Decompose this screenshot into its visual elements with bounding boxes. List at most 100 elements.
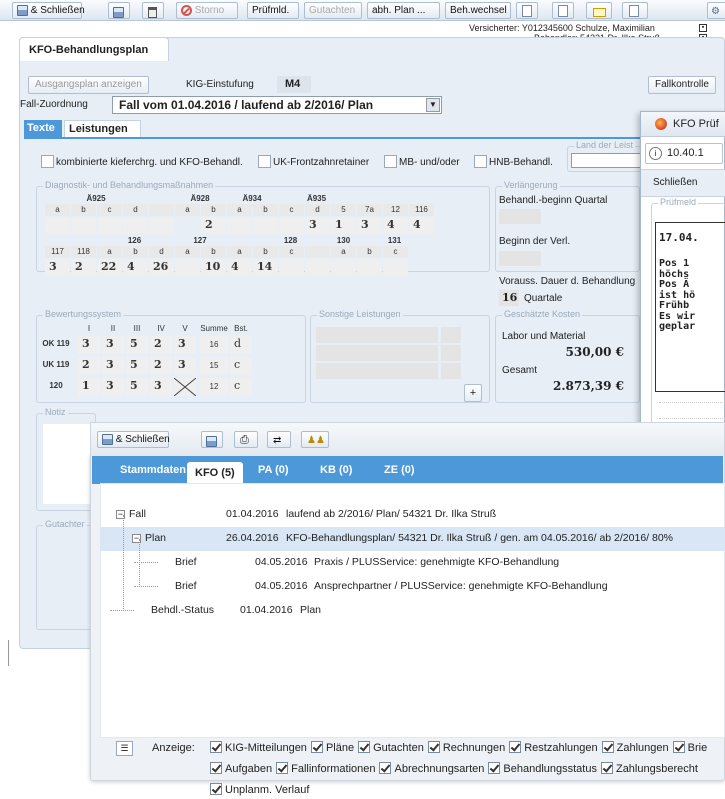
- filter-checkbox-item[interactable]: Fallinformationen: [276, 762, 375, 775]
- tree-row[interactable]: Brief 04.05.2016 Praxis / PLUSService: gen…: [100, 551, 725, 575]
- document-button[interactable]: [516, 2, 538, 19]
- diag-value[interactable]: [175, 259, 200, 275]
- sonstige-row[interactable]: [441, 327, 461, 343]
- filter-checkbox-item[interactable]: Abrechnungsarten: [379, 762, 484, 775]
- filter-checkbox-item[interactable]: Zahlungen: [601, 741, 669, 754]
- bewertung-value[interactable]: 3: [174, 336, 196, 354]
- diag-value[interactable]: 3: [357, 217, 382, 233]
- sonstige-row[interactable]: [316, 363, 438, 379]
- add-sonstige-button[interactable]: +: [464, 384, 482, 402]
- diag-value[interactable]: 2: [71, 259, 96, 275]
- diag-value[interactable]: [279, 217, 304, 233]
- sonstige-row[interactable]: [316, 345, 438, 361]
- diag-value[interactable]: [279, 259, 304, 275]
- diag-value[interactable]: [357, 259, 382, 275]
- bewertung-value[interactable]: 3: [102, 357, 124, 375]
- tab-leistungen[interactable]: Leistungen: [64, 120, 141, 137]
- diag-value[interactable]: [227, 217, 252, 233]
- gutachten-button[interactable]: Gutachten: [304, 2, 362, 19]
- tree-row[interactable]: − Fall 01.04.2016 laufend ab 2/2016/ Plan/ …: [100, 503, 725, 527]
- storno-button[interactable]: Storno: [176, 2, 238, 19]
- abh-plan-button[interactable]: abh. Plan ...: [367, 2, 440, 19]
- beginn-verl-value[interactable]: [499, 251, 541, 266]
- bewertung-value[interactable]: 1: [78, 378, 100, 396]
- checkbox-checked-icon[interactable]: [427, 741, 440, 753]
- filter-checkbox-item[interactable]: KIG-Mitteilungen: [210, 741, 307, 754]
- diag-value[interactable]: [71, 217, 96, 233]
- sonstige-row[interactable]: [441, 345, 461, 361]
- settings-button[interactable]: ⚙: [707, 2, 725, 19]
- checkbox-checked-icon[interactable]: [379, 762, 392, 774]
- checkbox-checked-icon[interactable]: [488, 762, 501, 774]
- calendar-button[interactable]: [622, 2, 648, 19]
- notiz-textarea[interactable]: [43, 424, 91, 504]
- tab-ze[interactable]: ZE (0): [376, 459, 423, 481]
- bewertung-bst[interactable]: c: [230, 357, 252, 375]
- delete-button[interactable]: [142, 2, 164, 19]
- diag-value[interactable]: 3: [305, 217, 330, 233]
- bewertung-bst[interactable]: d: [230, 336, 252, 354]
- bewertung-value[interactable]: 3: [102, 378, 124, 396]
- tab-kfo[interactable]: KFO (5): [187, 462, 243, 484]
- checkbox-checked-icon[interactable]: [210, 741, 222, 753]
- checkbox-checked-icon[interactable]: [672, 741, 685, 753]
- export-button[interactable]: ⇄: [267, 431, 291, 448]
- diag-value[interactable]: [253, 217, 278, 233]
- diag-value[interactable]: 2: [201, 217, 226, 233]
- bewertung-value[interactable]: 5: [126, 378, 148, 396]
- diag-value[interactable]: [97, 217, 122, 233]
- filter-checkbox-item[interactable]: Behandlungsstatus: [488, 762, 597, 775]
- checkbox-uk-frontzahnretainer[interactable]: [258, 155, 271, 168]
- behandl-beginn-value[interactable]: [499, 209, 541, 224]
- diag-value[interactable]: 3: [45, 259, 70, 275]
- fallkontrolle-button[interactable]: Fallkontrolle: [648, 76, 716, 94]
- diag-value[interactable]: 4: [123, 259, 148, 275]
- bewertung-cross-cell[interactable]: [173, 377, 197, 397]
- tab-texte[interactable]: Texte: [24, 120, 62, 137]
- checkbox-kombiniert[interactable]: [41, 155, 54, 168]
- diag-value[interactable]: 4: [409, 217, 434, 233]
- list-icon[interactable]: ☰: [116, 741, 133, 756]
- pruefmld-button[interactable]: Prüfmld.: [247, 2, 299, 19]
- bewertung-value[interactable]: 5: [126, 336, 148, 354]
- bewertung-value[interactable]: 3: [78, 336, 100, 354]
- filter-checkbox-item[interactable]: Restzahlungen: [509, 741, 598, 754]
- diag-value[interactable]: 26: [149, 259, 174, 275]
- close-button[interactable]: & Schließen: [12, 2, 85, 19]
- checkbox-checked-icon[interactable]: [509, 741, 522, 753]
- bewertung-value[interactable]: 2: [150, 336, 172, 354]
- sonstige-row[interactable]: [316, 327, 438, 343]
- sonstige-row[interactable]: [441, 363, 461, 379]
- diag-value[interactable]: [45, 217, 70, 233]
- panel-save-button[interactable]: [201, 431, 223, 448]
- pin-icon[interactable]: ▪: [699, 24, 707, 32]
- tree-row[interactable]: − Plan 26.04.2016 KFO-Behandlungsplan/ 5432…: [100, 527, 725, 551]
- land-input[interactable]: [571, 153, 641, 168]
- filter-checkbox-item[interactable]: Gutachten: [358, 741, 424, 754]
- diag-value[interactable]: [123, 217, 148, 233]
- tab-pa[interactable]: PA (0): [250, 459, 297, 481]
- print-button[interactable]: ⎙: [234, 431, 258, 448]
- checkbox-checked-icon[interactable]: [210, 783, 222, 795]
- popup-close-button[interactable]: Schließen: [653, 177, 697, 188]
- tree-row[interactable]: Behdl.-Status 01.04.2016 Plan: [100, 599, 725, 623]
- show-initial-plan-button[interactable]: Ausgangsplan anzeigen: [28, 76, 149, 94]
- bewertung-value[interactable]: 3: [102, 336, 124, 354]
- checkbox-checked-icon[interactable]: [600, 762, 613, 774]
- chevron-down-icon[interactable]: ▼: [426, 98, 440, 112]
- bewertung-value[interactable]: 2: [78, 357, 100, 375]
- checkbox-checked-icon[interactable]: [601, 741, 614, 753]
- fall-select[interactable]: Fall vom 01.04.2016 / laufend ab 2/2016/…: [112, 96, 442, 114]
- filter-checkbox-item[interactable]: Rechnungen: [427, 741, 505, 754]
- filter-checkbox-item[interactable]: Zahlungsberecht: [600, 762, 698, 775]
- checkbox-hnb[interactable]: [474, 155, 487, 168]
- bewertung-value[interactable]: 5: [126, 357, 148, 375]
- mail-button[interactable]: [586, 2, 612, 19]
- checkbox-checked-icon[interactable]: [210, 762, 222, 774]
- checkbox-mb[interactable]: [384, 155, 397, 168]
- diag-value[interactable]: [305, 259, 330, 275]
- diag-value[interactable]: [149, 217, 174, 233]
- tab-kb[interactable]: KB (0): [312, 459, 360, 481]
- tab-stammdaten[interactable]: Stammdaten: [112, 459, 194, 481]
- diag-value[interactable]: 14: [253, 259, 278, 275]
